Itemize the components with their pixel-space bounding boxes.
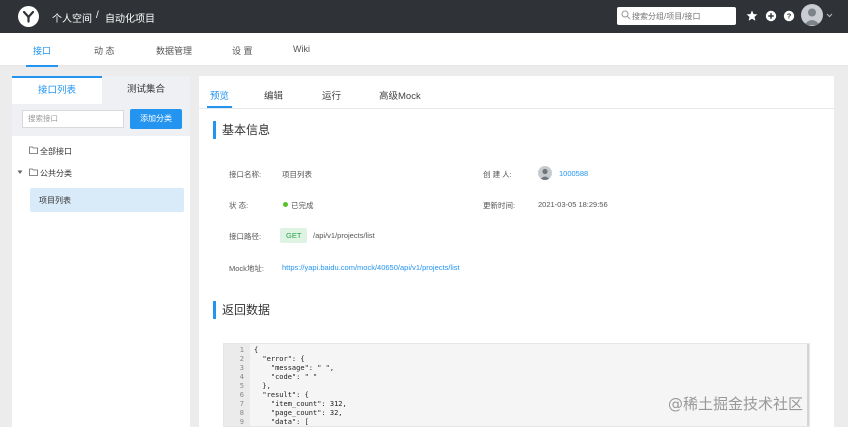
updated-label: 更新时间: [483,201,516,210]
folder-icon [29,168,38,176]
top-navbar: 个人空间 / 自动化项目 ? [0,0,848,33]
code-scrollbar[interactable] [807,344,809,426]
tab-preview[interactable]: 预览 [206,88,233,108]
status-label: 状 态: [229,201,249,210]
name-label: 接口名称: [229,170,262,179]
tab-edit[interactable]: 编辑 [264,88,283,102]
mock-label: Mock地址: [229,264,265,273]
tree-item-project-list[interactable]: 项目列表 [30,188,184,212]
tree-item-label: 全部接口 [40,147,72,156]
search-icon [621,10,631,20]
interface-detail: 预览 编辑 运行 高级Mock 基本信息 接口名称: 项目列表 创 建 人: 1… [199,76,834,427]
project-subnav: 接口 动 态 数据管理 设 置 Wiki [0,33,848,67]
tab-wiki[interactable]: Wiki [293,44,310,54]
status-value: 已完成 [291,201,314,210]
creator-label: 创 建 人: [483,170,512,179]
tab-interface[interactable]: 接口 [25,44,59,67]
sidebar-tabs: 接口列表 测试集合 [12,76,190,104]
global-search[interactable] [617,7,736,25]
tab-run[interactable]: 运行 [322,88,341,102]
interface-sidebar: 接口列表 测试集合 搜索接口 添加分类 全部接口 公共分类 项目列表 [12,76,190,427]
mock-url-link[interactable]: https://yapi.baidu.com/mock/40650/api/v1… [282,263,460,272]
tab-interface-list[interactable]: 接口列表 [12,76,102,104]
add-category-button[interactable]: 添加分类 [130,109,182,129]
creator-link[interactable]: 1000588 [559,169,588,178]
status-dot-icon [283,202,288,207]
folder-icon [29,146,38,154]
star-icon[interactable] [745,9,759,23]
breadcrumb-separator: / [96,10,99,21]
caret-down-icon[interactable] [17,170,23,175]
creator-avatar-icon[interactable] [538,166,552,180]
sidebar-toolbar: 搜索接口 添加分类 [12,104,190,136]
detail-tabs: 预览 编辑 运行 高级Mock [199,76,834,109]
tree-item-label: 公共分类 [40,169,72,178]
user-avatar-icon[interactable] [801,4,823,26]
breadcrumb-project[interactable]: 自动化项目 [105,10,155,25]
interface-search-input[interactable]: 搜索接口 [22,110,124,128]
tab-settings[interactable]: 设 置 [232,44,253,57]
path-label: 接口路径: [229,232,262,241]
watermark: @稀土掘金技术社区 [668,395,804,413]
response-title: 返回数据 [213,301,270,319]
svg-text:?: ? [787,12,792,21]
tab-test-collection[interactable]: 测试集合 [102,76,190,104]
method-badge: GET [280,228,308,243]
tree-item-all[interactable]: 全部接口 [12,140,190,162]
name-value: 项目列表 [282,170,312,179]
tab-activity[interactable]: 动 态 [94,44,115,57]
response-code-editor[interactable]: 1{ 2 "error": { 3 "message": " ", 4 "cod… [223,343,810,427]
tree-item-label: 项目列表 [39,196,71,205]
updated-value: 2021-03-05 18:29:56 [538,200,608,209]
plus-circle-icon[interactable] [764,9,778,23]
tab-advanced-mock[interactable]: 高级Mock [379,88,421,102]
chevron-down-icon[interactable] [826,13,833,18]
tree-item-category[interactable]: 公共分类 [12,162,190,184]
basic-info-title: 基本信息 [213,121,270,139]
global-search-input[interactable] [632,9,732,23]
path-value: /api/v1/projects/list [313,231,375,240]
breadcrumb-space[interactable]: 个人空间 [52,10,92,25]
help-circle-icon[interactable]: ? [782,9,796,23]
yapi-logo-icon[interactable] [18,6,39,27]
tab-data-management[interactable]: 数据管理 [156,44,192,57]
